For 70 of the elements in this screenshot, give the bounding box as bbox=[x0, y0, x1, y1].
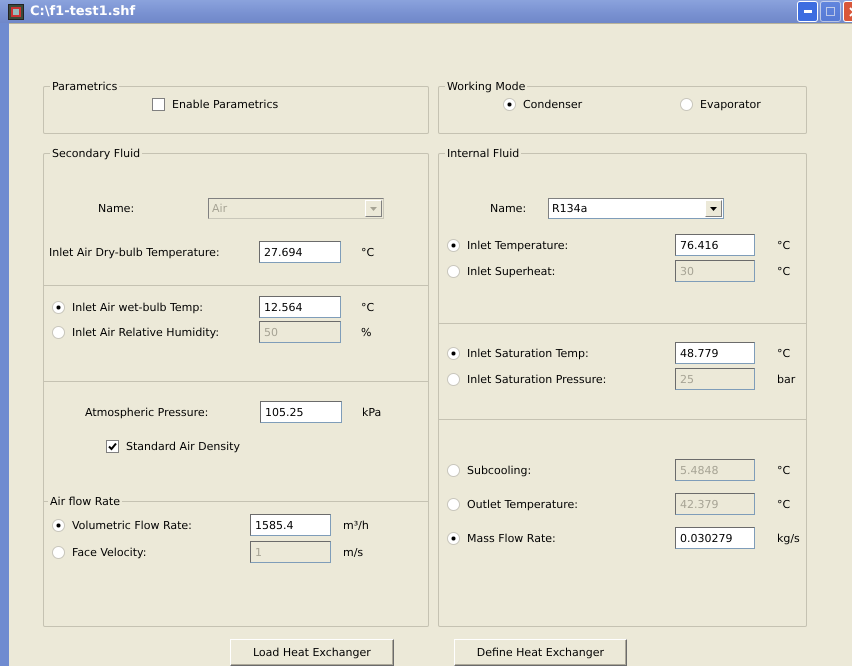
field-label: Atmospheric Pressure: bbox=[85, 406, 210, 418]
checkbox[interactable] bbox=[106, 440, 119, 453]
field-label: Name: bbox=[490, 202, 528, 215]
option-label[interactable]: Face Velocity: bbox=[72, 546, 146, 558]
number-field[interactable]: 1585.4 bbox=[250, 514, 331, 536]
unit-label: °C bbox=[776, 464, 792, 476]
option-label[interactable]: Inlet Air Relative Humidity: bbox=[72, 326, 220, 338]
number-field[interactable]: 76.416 bbox=[675, 234, 755, 256]
option-label[interactable]: Inlet Saturation Temp: bbox=[467, 346, 589, 360]
option-label[interactable]: Subcooling: bbox=[467, 464, 532, 476]
option-label[interactable]: Inlet Saturation Pressure: bbox=[467, 372, 606, 386]
group-legend: Parametrics bbox=[50, 80, 120, 93]
radio-button[interactable] bbox=[52, 546, 65, 558]
unit-label: kg/s bbox=[776, 532, 801, 544]
action-button[interactable]: Load Heat Exchanger bbox=[230, 639, 394, 666]
number-field[interactable]: 105.25 bbox=[260, 401, 342, 423]
number-field[interactable]: 27.694 bbox=[259, 241, 341, 263]
number-field[interactable]: 48.779 bbox=[675, 342, 755, 364]
group-legend: Working Mode bbox=[445, 80, 528, 93]
option-label[interactable]: Condenser bbox=[523, 98, 582, 111]
unit-label: % bbox=[360, 326, 372, 338]
unit-label: bar bbox=[776, 372, 796, 386]
option-label[interactable]: Evaporator bbox=[700, 98, 761, 111]
unit-label: kPa bbox=[361, 406, 382, 418]
unit-label: °C bbox=[360, 300, 376, 314]
radio-button[interactable] bbox=[447, 464, 460, 476]
dropdown-field[interactable]: R134a bbox=[548, 198, 724, 219]
option-label[interactable]: Inlet Superheat: bbox=[467, 264, 556, 278]
radio-button[interactable] bbox=[52, 300, 65, 314]
dropdown-arrow-icon bbox=[370, 206, 377, 210]
unit-label: °C bbox=[776, 498, 792, 510]
checkbox-label[interactable]: Enable Parametrics bbox=[172, 98, 278, 111]
checkbox-label[interactable]: Standard Air Density bbox=[126, 440, 240, 453]
app-icon bbox=[8, 4, 24, 20]
option-label[interactable]: Mass Flow Rate: bbox=[467, 532, 556, 544]
checkbox[interactable] bbox=[152, 98, 165, 111]
radio-button[interactable] bbox=[447, 238, 460, 252]
unit-label: °C bbox=[776, 264, 792, 278]
maximize-button[interactable] bbox=[820, 1, 841, 22]
window-title: C:\f1-test1.shf bbox=[30, 4, 136, 19]
unit-label: °C bbox=[360, 246, 376, 258]
radio-button[interactable] bbox=[52, 518, 65, 532]
group-legend: Internal Fluid bbox=[445, 147, 522, 160]
radio-button[interactable] bbox=[52, 326, 65, 338]
group-legend: Air flow Rate bbox=[48, 495, 122, 508]
unit-label: m³/h bbox=[342, 518, 370, 532]
number-field[interactable]: 0.030279 bbox=[675, 527, 755, 549]
maximize-icon bbox=[826, 7, 835, 16]
radio-button[interactable] bbox=[447, 346, 460, 360]
minimize-button[interactable] bbox=[797, 1, 818, 22]
action-button[interactable]: Define Heat Exchanger bbox=[454, 639, 628, 666]
option-label[interactable]: Volumetric Flow Rate: bbox=[72, 518, 192, 532]
minimize-icon bbox=[804, 10, 812, 13]
radio-button[interactable] bbox=[447, 372, 460, 386]
group-legend: Secondary Fluid bbox=[50, 147, 142, 160]
number-field[interactable]: 12.564 bbox=[259, 296, 341, 318]
unit-label: °C bbox=[776, 238, 792, 252]
unit-label: °C bbox=[776, 346, 792, 360]
option-label[interactable]: Inlet Air wet-bulb Temp: bbox=[72, 300, 204, 314]
option-label[interactable]: Outlet Temperature: bbox=[467, 498, 578, 510]
dropdown-arrow-icon bbox=[710, 206, 717, 210]
option-label[interactable]: Inlet Temperature: bbox=[467, 238, 568, 252]
unit-label: m/s bbox=[342, 546, 364, 558]
radio-button[interactable] bbox=[680, 98, 693, 111]
field-label: Inlet Air Dry-bulb Temperature: bbox=[49, 246, 221, 258]
field-label: Name: bbox=[98, 202, 136, 215]
radio-button[interactable] bbox=[447, 498, 460, 510]
radio-button[interactable] bbox=[447, 264, 460, 278]
radio-button[interactable] bbox=[447, 532, 460, 544]
radio-button[interactable] bbox=[503, 98, 516, 111]
